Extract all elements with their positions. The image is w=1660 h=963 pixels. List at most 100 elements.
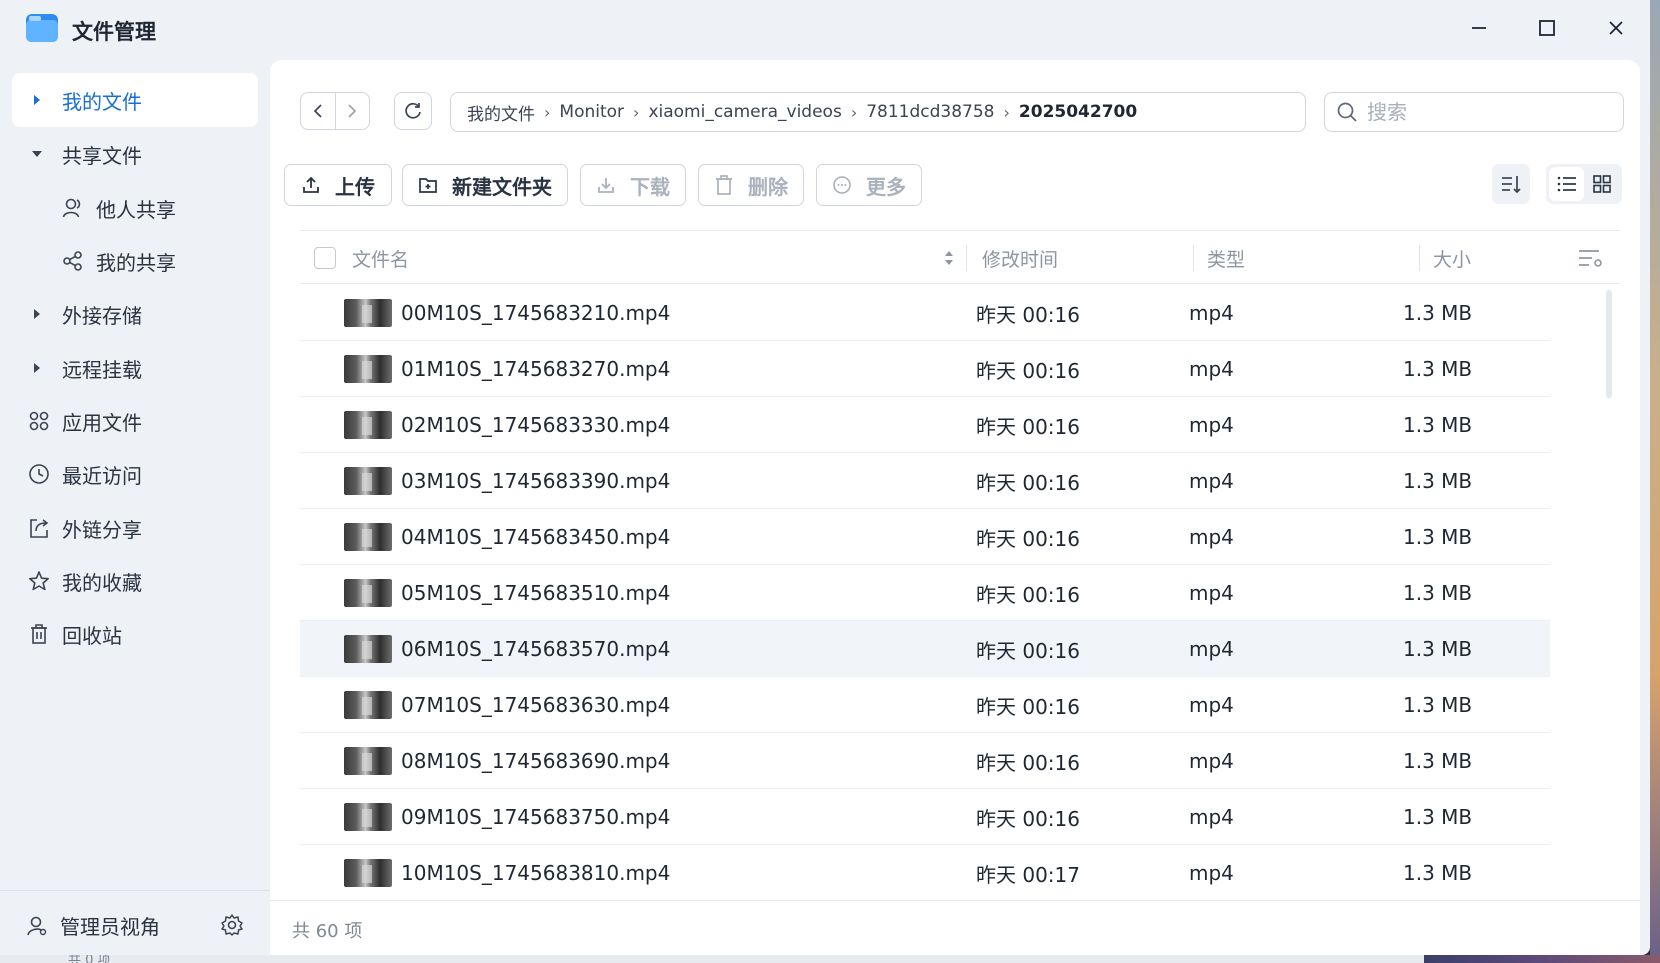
sidebar-footer: 管理员视角 <box>0 890 270 955</box>
download-button[interactable]: 下载 <box>580 164 686 206</box>
column-header-name[interactable]: 文件名 <box>352 231 409 285</box>
table-row[interactable]: 10M10S_1745683810.mp4 昨天 00:17 mp4 1.3 MB <box>300 845 1550 901</box>
file-type: mp4 <box>1189 357 1234 381</box>
list-view-icon <box>1557 176 1576 192</box>
more-label: 更多 <box>866 174 906 199</box>
breadcrumb-item[interactable]: Monitor <box>559 102 624 122</box>
video-thumbnail <box>344 845 392 901</box>
file-name: 05M10S_1745683510.mp4 <box>401 581 671 605</box>
file-modified: 昨天 00:16 <box>976 582 1080 607</box>
refresh-button[interactable] <box>394 92 432 130</box>
download-icon <box>596 175 616 195</box>
nav-buttons <box>300 92 370 130</box>
column-divider[interactable] <box>1419 245 1420 271</box>
gear-icon[interactable] <box>220 913 244 937</box>
sidebar-item-label: 我的收藏 <box>62 570 142 595</box>
chevron-right-icon: › <box>544 102 551 122</box>
close-button[interactable] <box>1600 14 1632 42</box>
upload-button[interactable]: 上传 <box>284 164 392 206</box>
search-input[interactable] <box>1367 100 1607 124</box>
table-row[interactable]: 00M10S_1745683210.mp4 昨天 00:16 mp4 1.3 MB <box>300 285 1550 341</box>
list-view-button[interactable] <box>1549 167 1584 201</box>
admin-view-toggle[interactable]: 管理员视角 <box>24 911 160 940</box>
sidebar-item-my-files[interactable]: 我的文件 <box>12 73 258 127</box>
back-button[interactable] <box>301 93 336 129</box>
sidebar-item-remote-mount[interactable]: 远程挂载 <box>12 341 258 395</box>
search-box <box>1324 92 1624 132</box>
sidebar-item-label: 外链分享 <box>62 517 142 542</box>
file-name: 10M10S_1745683810.mp4 <box>401 861 671 885</box>
sidebar-item-my-shares[interactable]: 我的共享 <box>12 234 258 288</box>
sidebar-item-external-share[interactable]: 外链分享 <box>12 501 258 555</box>
forward-button[interactable] <box>336 93 370 129</box>
file-modified: 昨天 00:16 <box>976 302 1080 327</box>
delete-button[interactable]: 删除 <box>698 164 804 206</box>
file-modified: 昨天 00:16 <box>976 414 1080 439</box>
checkbox[interactable] <box>314 247 336 269</box>
select-all-checkbox[interactable] <box>314 231 336 285</box>
minimize-button[interactable] <box>1463 14 1495 42</box>
title-bar[interactable]: 文件管理 <box>0 0 1650 60</box>
sidebar-item-favorites[interactable]: 我的收藏 <box>12 554 258 608</box>
sort-button[interactable] <box>1492 164 1530 204</box>
table-row[interactable]: 04M10S_1745683450.mp4 昨天 00:16 mp4 1.3 MB <box>300 509 1550 565</box>
breadcrumb-current[interactable]: 2025042700 <box>1019 102 1137 122</box>
sidebar-item-label: 应用文件 <box>62 410 142 435</box>
close-icon <box>1609 21 1623 35</box>
table-row[interactable]: 07M10S_1745683630.mp4 昨天 00:16 mp4 1.3 MB <box>300 677 1550 733</box>
sidebar-item-external-storage[interactable]: 外接存储 <box>12 287 258 341</box>
new-folder-button[interactable]: 新建文件夹 <box>402 164 568 206</box>
delete-label: 删除 <box>748 174 788 199</box>
column-header-modified[interactable]: 修改时间 <box>982 231 1058 285</box>
chevron-right-icon: › <box>850 102 858 122</box>
sidebar-item-recent[interactable]: 最近访问 <box>12 447 258 501</box>
column-settings-icon[interactable] <box>1578 231 1604 285</box>
file-size: 1.3 MB <box>1403 301 1473 325</box>
trash-icon <box>26 621 52 647</box>
table-row[interactable]: 05M10S_1745683510.mp4 昨天 00:16 mp4 1.3 MB <box>300 565 1550 621</box>
sidebar-item-label: 远程挂载 <box>62 357 142 382</box>
sidebar-item-recycle-bin[interactable]: 回收站 <box>12 607 258 661</box>
file-name: 04M10S_1745683450.mp4 <box>401 525 671 549</box>
download-label: 下载 <box>630 174 670 199</box>
sidebar-item-app-files[interactable]: 应用文件 <box>12 394 258 448</box>
column-header-size[interactable]: 大小 <box>1433 231 1471 285</box>
file-size: 1.3 MB <box>1403 525 1473 549</box>
table-row[interactable]: 08M10S_1745683690.mp4 昨天 00:16 mp4 1.3 MB <box>300 733 1550 789</box>
grid-view-button[interactable] <box>1584 167 1619 201</box>
column-header-type[interactable]: 类型 <box>1207 231 1245 285</box>
table-row[interactable]: 03M10S_1745683390.mp4 昨天 00:16 mp4 1.3 MB <box>300 453 1550 509</box>
video-thumbnail <box>344 341 392 397</box>
item-count: 共 60 项 <box>292 921 363 942</box>
file-type: mp4 <box>1189 301 1234 325</box>
chevron-right-icon <box>348 104 357 118</box>
file-type: mp4 <box>1189 469 1234 493</box>
folder-app-icon <box>26 14 58 42</box>
new-folder-label: 新建文件夹 <box>452 174 552 199</box>
video-thumbnail <box>344 285 392 341</box>
scrollbar[interactable] <box>1606 290 1612 398</box>
breadcrumb-item[interactable]: 7811dcd38758 <box>866 102 994 122</box>
file-name: 03M10S_1745683390.mp4 <box>401 469 671 493</box>
breadcrumb-item[interactable]: 我的文件 <box>467 100 535 125</box>
file-type: mp4 <box>1189 413 1234 437</box>
file-type: mp4 <box>1189 861 1234 885</box>
file-modified: 昨天 00:16 <box>976 470 1080 495</box>
table-row[interactable]: 09M10S_1745683750.mp4 昨天 00:16 mp4 1.3 MB <box>300 789 1550 845</box>
maximize-button[interactable] <box>1531 14 1563 42</box>
sort-toggle-icon[interactable] <box>944 231 954 285</box>
file-size: 1.3 MB <box>1403 581 1473 605</box>
sidebar-item-shared-with-me[interactable]: 他人共享 <box>12 181 258 235</box>
sidebar-item-shared-files[interactable]: 共享文件 <box>12 127 258 181</box>
minimize-icon <box>1472 27 1486 29</box>
user-share-icon <box>60 195 86 221</box>
column-divider[interactable] <box>1193 245 1194 271</box>
table-row[interactable]: 06M10S_1745683570.mp4 昨天 00:16 mp4 1.3 MB <box>300 621 1550 677</box>
breadcrumb-item[interactable]: xiaomi_camera_videos <box>648 102 841 122</box>
video-thumbnail <box>344 733 392 789</box>
column-divider[interactable] <box>966 245 967 271</box>
chevron-right-icon: › <box>633 102 640 122</box>
more-button[interactable]: 更多 <box>816 164 922 206</box>
table-row[interactable]: 02M10S_1745683330.mp4 昨天 00:16 mp4 1.3 MB <box>300 397 1550 453</box>
table-row[interactable]: 01M10S_1745683270.mp4 昨天 00:16 mp4 1.3 MB <box>300 341 1550 397</box>
